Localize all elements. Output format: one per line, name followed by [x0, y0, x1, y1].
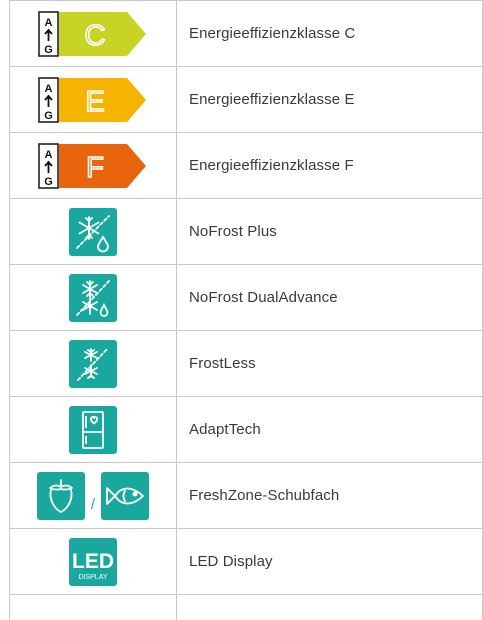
svg-text:C: C: [85, 20, 106, 52]
icon-cell: [9, 198, 177, 265]
svg-text:DISPLAY: DISPLAY: [78, 574, 107, 581]
nofrost-plus-icon: [69, 207, 117, 256]
energy-class-c-icon: A G C: [38, 10, 146, 57]
table-row: FrostLess: [9, 330, 483, 397]
icon-cell: [9, 396, 177, 463]
svg-text:E: E: [85, 86, 104, 118]
feature-label: NoFrost Plus: [176, 198, 483, 265]
table-row: A G F Energieeffizienzklasse F: [9, 132, 483, 199]
feature-legend-table: A G C Energieeffizienzklasse C A G E Ene…: [9, 0, 483, 620]
table-row: A G C Energieeffizienzklasse C: [9, 0, 483, 67]
strawberry-icon: [36, 471, 85, 520]
nofrost-dualadvance-icon: [69, 273, 117, 322]
svg-text:G: G: [44, 44, 53, 56]
icon-cell: A G E: [9, 66, 177, 133]
icon-cell: [9, 594, 177, 620]
table-row: NoFrost DualAdvance: [9, 264, 483, 331]
energy-class-e-icon: A G E: [38, 76, 146, 123]
svg-text:LED: LED: [72, 550, 114, 573]
energy-class-f-icon: A G F: [38, 142, 146, 189]
feature-label: Energieeffizienzklasse C: [176, 0, 483, 67]
svg-text:F: F: [86, 152, 104, 184]
feature-label: AdaptTech: [176, 396, 483, 463]
table-row: NoFrost Plus: [9, 198, 483, 265]
svg-text:A: A: [45, 149, 53, 161]
table-row: AdaptTech: [9, 396, 483, 463]
icon-cell: A G F: [9, 132, 177, 199]
table-row: A G E Energieeffizienzklasse E: [9, 66, 483, 133]
feature-label: NoFrost DualAdvance: [176, 264, 483, 331]
icon-cell: LED DISPLAY: [9, 528, 177, 595]
fish-icon: [101, 471, 150, 520]
icon-cell: [9, 264, 177, 331]
table-row: [9, 594, 483, 620]
feature-label: FreshZone-Schubfach: [176, 462, 483, 529]
svg-text:G: G: [44, 110, 53, 122]
feature-label: LED Display: [176, 528, 483, 595]
icon-cell: [9, 330, 177, 397]
led-display-icon: LED DISPLAY: [69, 537, 117, 586]
icon-cell: A G C: [9, 0, 177, 67]
feature-label: [176, 594, 483, 620]
icon-cell: /: [9, 462, 177, 529]
table-row: LED DISPLAY LED Display: [9, 528, 483, 595]
frostless-icon: [69, 339, 117, 388]
svg-text:A: A: [45, 17, 53, 29]
feature-label: Energieeffizienzklasse F: [176, 132, 483, 199]
table-row: / FreshZone-Schubfach: [9, 462, 483, 529]
svg-text:G: G: [44, 176, 53, 188]
icon-separator: /: [90, 496, 96, 513]
feature-label: Energieeffizienzklasse E: [176, 66, 483, 133]
feature-label: FrostLess: [176, 330, 483, 397]
svg-text:A: A: [45, 83, 53, 95]
adapttech-icon: [69, 405, 117, 454]
